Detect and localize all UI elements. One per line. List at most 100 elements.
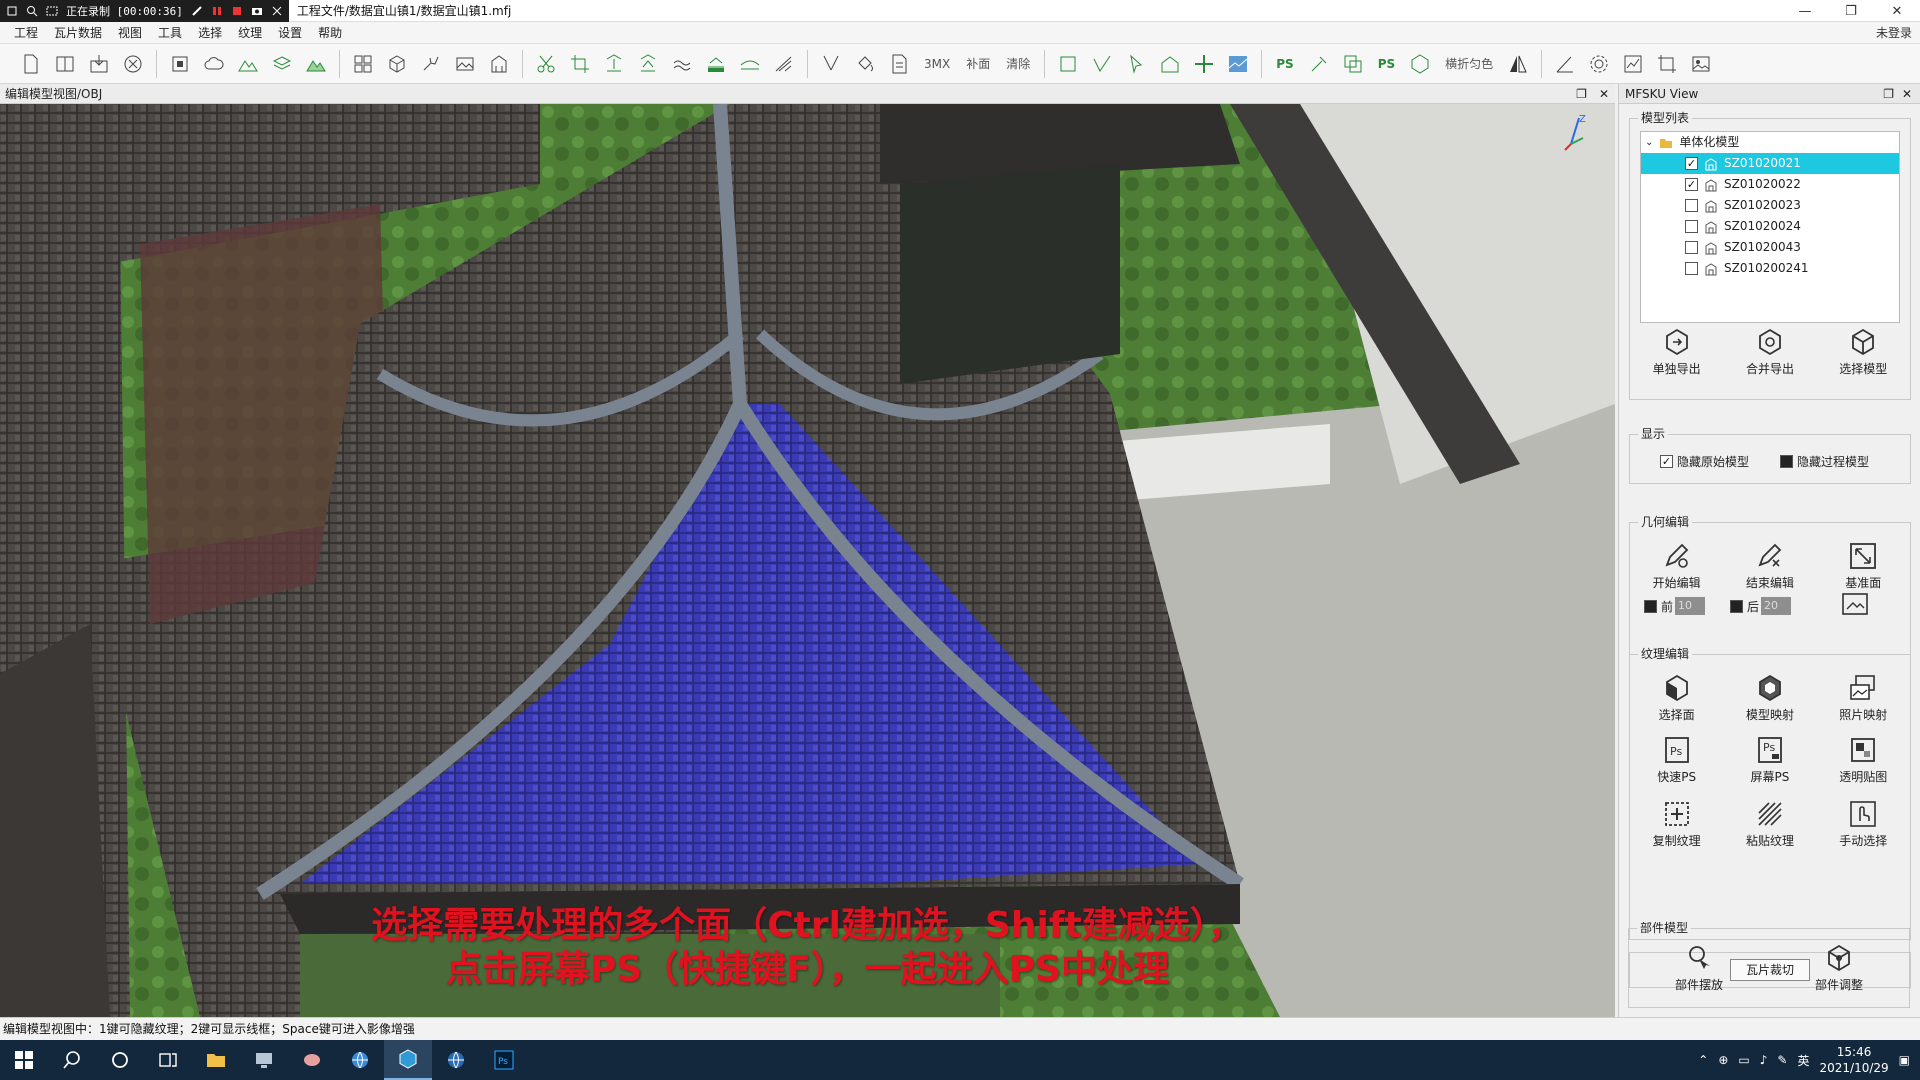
- terrain-button[interactable]: [231, 49, 265, 79]
- notification-icon[interactable]: ▣: [1899, 1053, 1910, 1067]
- tool-color-balance[interactable]: 横折匀色: [1437, 49, 1501, 79]
- tool-qingchu[interactable]: 清除: [998, 49, 1038, 79]
- model-checkbox[interactable]: [1685, 157, 1698, 170]
- snapshot-button[interactable]: [1840, 591, 1870, 617]
- scene-render[interactable]: [0, 104, 1615, 1017]
- recorder-widget[interactable]: 正在录制 [00:00:36]: [0, 0, 289, 22]
- crop-frame-button[interactable]: [1650, 49, 1684, 79]
- flatten2-button[interactable]: [631, 49, 665, 79]
- base-plane-button[interactable]: 基准面: [1823, 541, 1903, 591]
- new-file-button[interactable]: [14, 49, 48, 79]
- network-icon[interactable]: ⊕: [1718, 1053, 1728, 1067]
- tool-3mx[interactable]: 3MX: [916, 49, 958, 79]
- document-button[interactable]: [882, 49, 916, 79]
- cloud-button[interactable]: [197, 49, 231, 79]
- fill-button[interactable]: [848, 49, 882, 79]
- flatten-button[interactable]: [597, 49, 631, 79]
- menu-select[interactable]: 选择: [190, 22, 230, 44]
- start-edit-button[interactable]: 开始编辑: [1637, 541, 1717, 591]
- app-button-4[interactable]: [432, 1040, 480, 1080]
- mirror-button[interactable]: [1501, 49, 1535, 79]
- transparent-map-button[interactable]: 透明贴图: [1823, 735, 1903, 785]
- model-checkbox[interactable]: [1685, 262, 1698, 275]
- cancel-button[interactable]: [116, 49, 150, 79]
- hide-original-checkbox[interactable]: [1660, 455, 1673, 468]
- export-single-button[interactable]: 单独导出: [1637, 327, 1717, 377]
- pause-icon[interactable]: [211, 5, 223, 17]
- pen-icon[interactable]: [191, 5, 203, 17]
- quick-ps-button[interactable]: Ps 快速PS: [1637, 735, 1717, 785]
- stop-tool-button[interactable]: [163, 49, 197, 79]
- model-checkbox[interactable]: [1685, 241, 1698, 254]
- search-icon[interactable]: [26, 5, 38, 17]
- building-button[interactable]: [482, 49, 516, 79]
- volume-icon[interactable]: ♪: [1760, 1053, 1768, 1067]
- photoshop-button[interactable]: Ps: [480, 1040, 528, 1080]
- quick-edit-button[interactable]: [1302, 49, 1336, 79]
- copy-texture-button[interactable]: 复制纹理: [1637, 799, 1717, 849]
- collapse-icon[interactable]: ⌄: [1645, 132, 1653, 153]
- 3d-viewport[interactable]: Z 选择需要处理的多个面（Ctrl建加选，Shift建减选）， 点击屏幕PS（快…: [0, 104, 1615, 1017]
- close-button[interactable]: ✕: [1874, 0, 1920, 22]
- login-status[interactable]: 未登录: [1876, 22, 1912, 44]
- road-button[interactable]: [699, 49, 733, 79]
- tree-model-item[interactable]: SZ01020023: [1641, 195, 1899, 216]
- menu-settings[interactable]: 设置: [270, 22, 310, 44]
- viewport-float-button[interactable]: ❐: [1576, 84, 1587, 104]
- photo-button[interactable]: [1684, 49, 1718, 79]
- model-map-button[interactable]: 模型映射: [1730, 673, 1810, 723]
- grid-button[interactable]: [346, 49, 380, 79]
- frame-button[interactable]: [1051, 49, 1085, 79]
- tool-ps[interactable]: PS: [1268, 49, 1301, 79]
- app-button-3[interactable]: [336, 1040, 384, 1080]
- end-edit-button[interactable]: 结束编辑: [1730, 541, 1810, 591]
- copy-button[interactable]: [1336, 49, 1370, 79]
- minimize-button[interactable]: —: [1782, 0, 1828, 22]
- menu-texture[interactable]: 纹理: [230, 22, 270, 44]
- back-checkbox[interactable]: [1730, 599, 1743, 613]
- app-button-1[interactable]: [240, 1040, 288, 1080]
- ime-indicator[interactable]: 英: [1797, 1052, 1809, 1069]
- camera-icon[interactable]: [251, 5, 263, 17]
- region-icon[interactable]: [46, 5, 58, 17]
- manual-select-button[interactable]: 手动选择: [1823, 799, 1903, 849]
- terrain-edit-button[interactable]: [299, 49, 333, 79]
- texture-view-button[interactable]: [1221, 49, 1255, 79]
- hide-process-checkbox[interactable]: [1780, 455, 1793, 468]
- menu-tools[interactable]: 工具: [150, 22, 190, 44]
- settings-button[interactable]: [1582, 49, 1616, 79]
- tree-model-item[interactable]: SZ010200241: [1641, 258, 1899, 279]
- hide-original-option[interactable]: 隐藏原始模型: [1660, 453, 1749, 470]
- model-tree[interactable]: ⌄ 单体化模型 SZ01020021 SZ01020022 SZ01020023 SZ…: [1640, 131, 1900, 323]
- measure-button[interactable]: [1548, 49, 1582, 79]
- clock[interactable]: 15:46 2021/10/29: [1819, 1044, 1888, 1076]
- edge-button[interactable]: [767, 49, 801, 79]
- tool-bumian[interactable]: 补面: [958, 49, 998, 79]
- model-checkbox[interactable]: [1685, 199, 1698, 212]
- export-merge-button[interactable]: 合并导出: [1730, 327, 1810, 377]
- crop-button[interactable]: [563, 49, 597, 79]
- model-checkbox[interactable]: [1685, 178, 1698, 191]
- tree-root[interactable]: ⌄ 单体化模型: [1641, 132, 1899, 153]
- image-button[interactable]: [448, 49, 482, 79]
- panel-close-button[interactable]: ✕: [1902, 84, 1912, 104]
- screen-ps-button[interactable]: Ps 屏幕PS: [1730, 735, 1810, 785]
- menu-view[interactable]: 视图: [110, 22, 150, 44]
- tree-model-item[interactable]: SZ01020043: [1641, 237, 1899, 258]
- cortana-button[interactable]: [96, 1040, 144, 1080]
- tree-model-item[interactable]: SZ01020021: [1641, 153, 1899, 174]
- import-button[interactable]: [82, 49, 116, 79]
- back-value-input[interactable]: 20: [1761, 597, 1792, 615]
- back-option[interactable]: 后 20: [1730, 597, 1792, 615]
- model-checkbox[interactable]: [1685, 220, 1698, 233]
- cut-button[interactable]: [529, 49, 563, 79]
- app-button-mfsku[interactable]: [384, 1040, 432, 1080]
- front-option[interactable]: 前 10: [1644, 597, 1706, 615]
- pen-tray-icon[interactable]: ✎: [1777, 1053, 1787, 1067]
- hide-process-option[interactable]: 隐藏过程模型: [1780, 453, 1869, 470]
- cube-button[interactable]: [380, 49, 414, 79]
- battery-icon[interactable]: ▭: [1738, 1053, 1749, 1067]
- tree-model-item[interactable]: SZ01020024: [1641, 216, 1899, 237]
- pointer-button[interactable]: [1119, 49, 1153, 79]
- viewport-close-button[interactable]: ✕: [1599, 84, 1609, 104]
